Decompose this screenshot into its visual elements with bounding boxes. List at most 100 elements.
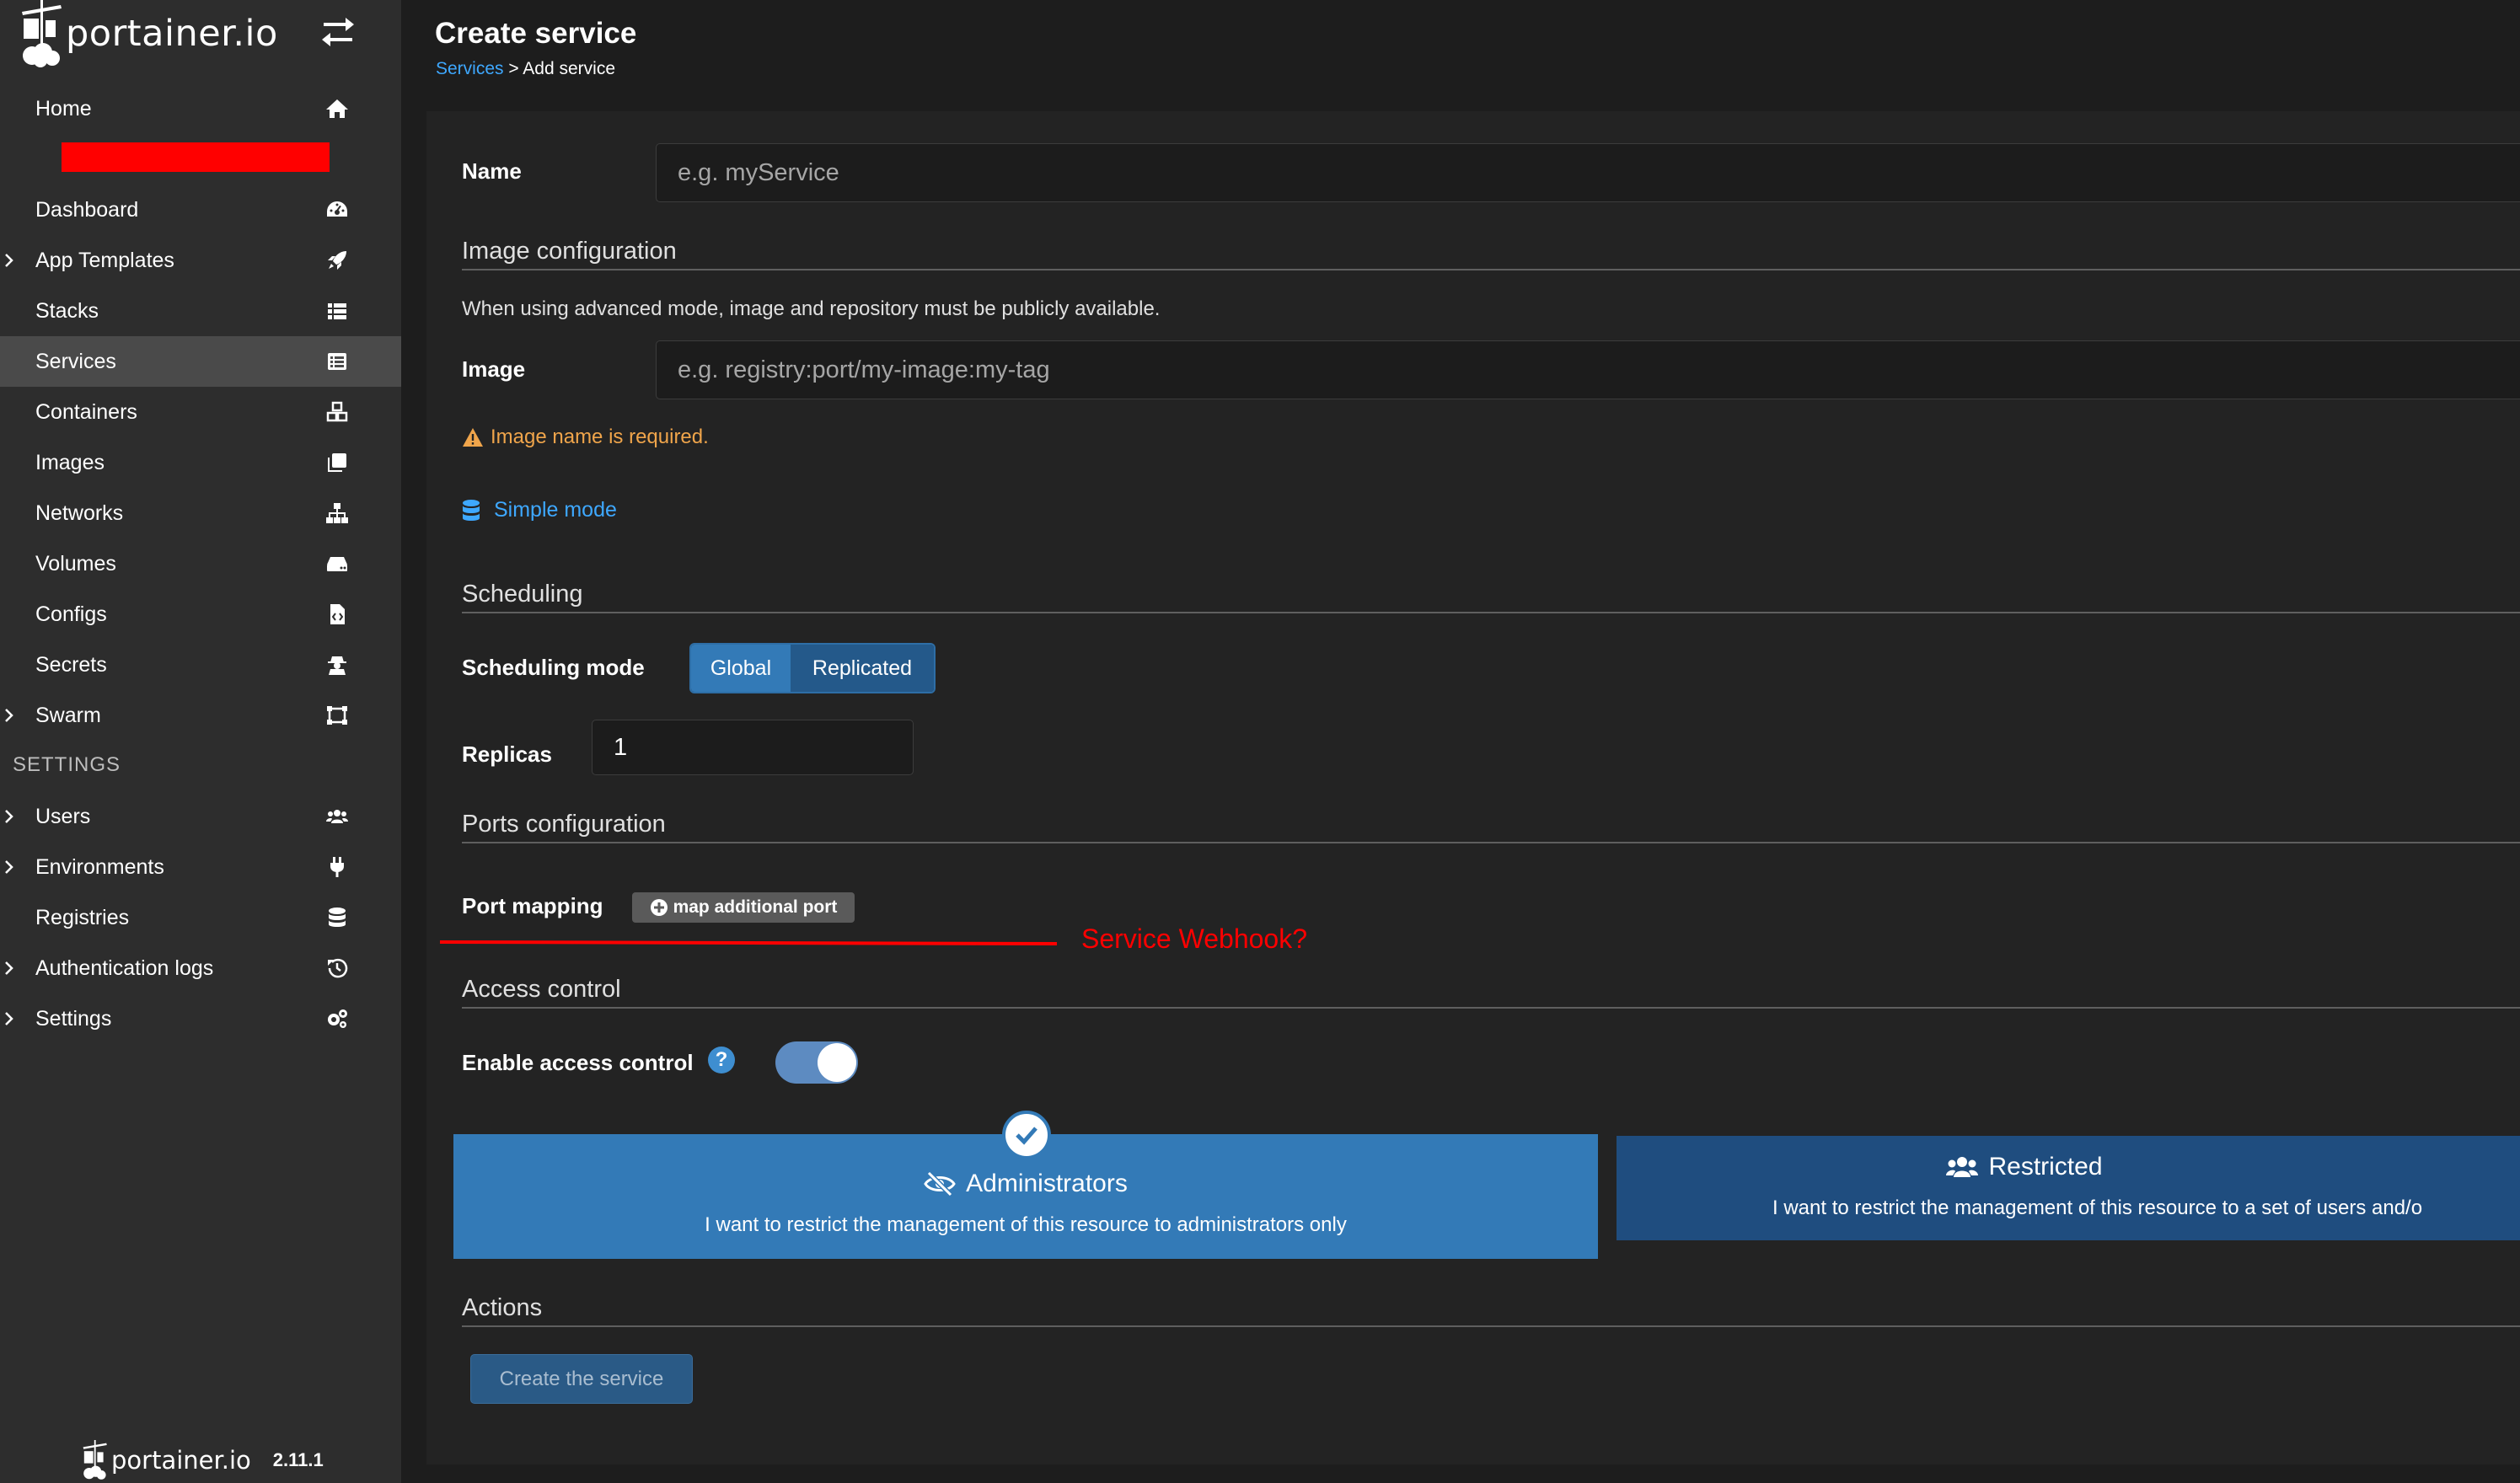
restricted-desc: I want to restrict the management of thi… bbox=[1772, 1197, 2423, 1219]
restricted-title: Restricted bbox=[1617, 1153, 2432, 1181]
image-configuration-heading: Image configuration bbox=[462, 238, 677, 265]
toggle-knob bbox=[818, 1043, 856, 1082]
name-input[interactable] bbox=[656, 143, 2520, 202]
enable-access-control-label: Enable access control bbox=[462, 1050, 694, 1075]
list-icon bbox=[328, 303, 346, 319]
access-control-heading: Access control bbox=[462, 976, 621, 1003]
sitemap-icon bbox=[326, 503, 348, 523]
port-mapping-label: Port mapping bbox=[462, 893, 603, 918]
version-label: 2.11.1 bbox=[272, 1449, 324, 1470]
replicas-input[interactable] bbox=[592, 720, 914, 775]
plus-circle-icon bbox=[650, 899, 668, 916]
annotation-underline bbox=[440, 940, 1057, 945]
sidebar-item-dashboard[interactable]: Dashboard bbox=[0, 185, 401, 235]
image-warning: Image name is required. bbox=[462, 426, 709, 449]
database-icon bbox=[329, 907, 346, 927]
users-icon bbox=[326, 810, 348, 823]
sidebar-item-label: Home bbox=[35, 96, 92, 120]
users-icon bbox=[1946, 1157, 1979, 1177]
chevron-right-icon bbox=[5, 860, 13, 874]
sidebar-item-label: Secrets bbox=[35, 652, 107, 677]
restricted-title-text: Restricted bbox=[1988, 1153, 2103, 1181]
sidebar-item-label: Images bbox=[35, 450, 105, 474]
sidebar-item-configs[interactable]: Configs bbox=[0, 589, 401, 640]
simple-mode-link[interactable]: Simple mode bbox=[462, 498, 617, 522]
selected-check-icon bbox=[1002, 1111, 1051, 1159]
sidebar-footer: portainer.io 2.11.1 bbox=[81, 1437, 324, 1483]
image-help-text: When using advanced mode, image and repo… bbox=[462, 297, 1161, 320]
sidebar-item-images[interactable]: Images bbox=[0, 437, 401, 488]
create-service-button[interactable]: Create the service bbox=[470, 1354, 693, 1404]
sidebar-item-authentication-logs[interactable]: Authentication logs bbox=[0, 943, 401, 993]
sidebar-item-label: Configs bbox=[35, 602, 107, 626]
question-circle-icon[interactable]: ? bbox=[708, 1047, 735, 1073]
containers-icon bbox=[326, 401, 348, 422]
portainer-logo-icon bbox=[22, 0, 62, 67]
chevron-right-icon bbox=[5, 810, 13, 823]
sidebar-item-label: Authentication logs bbox=[35, 956, 214, 980]
breadcrumb-current: > Add service bbox=[503, 59, 616, 78]
redacted-environment-bar bbox=[62, 142, 330, 172]
exchange-icon[interactable] bbox=[320, 15, 356, 49]
sidebar-item-containers[interactable]: Containers bbox=[0, 387, 401, 437]
images-icon bbox=[328, 453, 346, 472]
section-divider bbox=[462, 1325, 2520, 1327]
administrators-title: Administrators bbox=[453, 1170, 1598, 1198]
hdd-icon bbox=[327, 557, 347, 571]
rocket-icon bbox=[328, 251, 346, 270]
sidebar-item-services[interactable]: Services bbox=[0, 336, 401, 387]
image-input[interactable] bbox=[656, 340, 2520, 399]
sidebar-item-label: Services bbox=[35, 349, 116, 373]
home-icon bbox=[326, 99, 348, 118]
access-control-toggle[interactable] bbox=[775, 1041, 858, 1084]
sidebar-item-label: Users bbox=[35, 804, 91, 828]
sidebar: portainer.io Home Dashboard App Template… bbox=[0, 0, 401, 1483]
image-label: Image bbox=[462, 356, 526, 382]
eye-slash-icon bbox=[924, 1171, 956, 1197]
sidebar-item-stacks[interactable]: Stacks bbox=[0, 286, 401, 336]
sidebar-item-label: Environments bbox=[35, 854, 164, 879]
administrators-desc: I want to restrict the management of thi… bbox=[705, 1213, 1347, 1236]
scheduling-replicated-button[interactable]: Replicated bbox=[791, 645, 934, 692]
sidebar-item-label: Containers bbox=[35, 399, 137, 424]
simple-mode-label: Simple mode bbox=[494, 498, 617, 522]
sidebar-item-label: Swarm bbox=[35, 703, 101, 727]
brand-name: portainer.io bbox=[66, 13, 278, 55]
sidebar-item-label: Settings bbox=[35, 1006, 112, 1031]
sidebar-item-swarm[interactable]: Swarm bbox=[0, 690, 401, 741]
replicas-label: Replicas bbox=[462, 742, 552, 767]
scheduling-mode-toggle: Global Replicated bbox=[689, 643, 936, 693]
breadcrumb-services-link[interactable]: Services bbox=[436, 59, 504, 78]
sidebar-item-networks[interactable]: Networks bbox=[0, 488, 401, 538]
scheduling-global-button[interactable]: Global bbox=[691, 645, 791, 692]
sidebar-item-settings[interactable]: Settings bbox=[0, 993, 401, 1044]
services-icon bbox=[328, 353, 346, 370]
sidebar-item-secrets[interactable]: Secrets bbox=[0, 640, 401, 690]
sidebar-item-registries[interactable]: Registries bbox=[0, 892, 401, 943]
cogs-icon bbox=[328, 1009, 347, 1028]
map-additional-port-button[interactable]: map additional port bbox=[632, 892, 855, 923]
sidebar-item-label: Volumes bbox=[35, 551, 116, 576]
portainer-logo-icon bbox=[83, 1440, 107, 1480]
ports-configuration-heading: Ports configuration bbox=[462, 811, 666, 838]
sidebar-item-environments[interactable]: Environments bbox=[0, 842, 401, 892]
section-divider bbox=[462, 1007, 2520, 1009]
sidebar-item-label: Stacks bbox=[35, 298, 99, 323]
sidebar-item-label: App Templates bbox=[35, 248, 174, 272]
history-icon bbox=[328, 958, 348, 978]
object-group-icon bbox=[327, 706, 347, 725]
sidebar-item-users[interactable]: Users bbox=[0, 791, 401, 842]
restricted-option[interactable]: Restricted I want to restrict the manage… bbox=[1617, 1136, 2520, 1240]
brand-logo[interactable]: portainer.io bbox=[20, 0, 278, 67]
section-divider bbox=[462, 612, 2520, 613]
file-code-icon bbox=[330, 604, 345, 624]
settings-heading: SETTINGS bbox=[13, 753, 121, 776]
section-divider bbox=[462, 269, 2520, 270]
sidebar-item-label: Dashboard bbox=[35, 197, 139, 222]
sidebar-item-app-templates[interactable]: App Templates bbox=[0, 235, 401, 286]
sidebar-item-volumes[interactable]: Volumes bbox=[0, 538, 401, 589]
actions-heading: Actions bbox=[462, 1294, 543, 1321]
sidebar-item-home[interactable]: Home bbox=[0, 83, 401, 134]
chevron-right-icon bbox=[5, 709, 13, 722]
sidebar-item-label: Networks bbox=[35, 501, 124, 525]
